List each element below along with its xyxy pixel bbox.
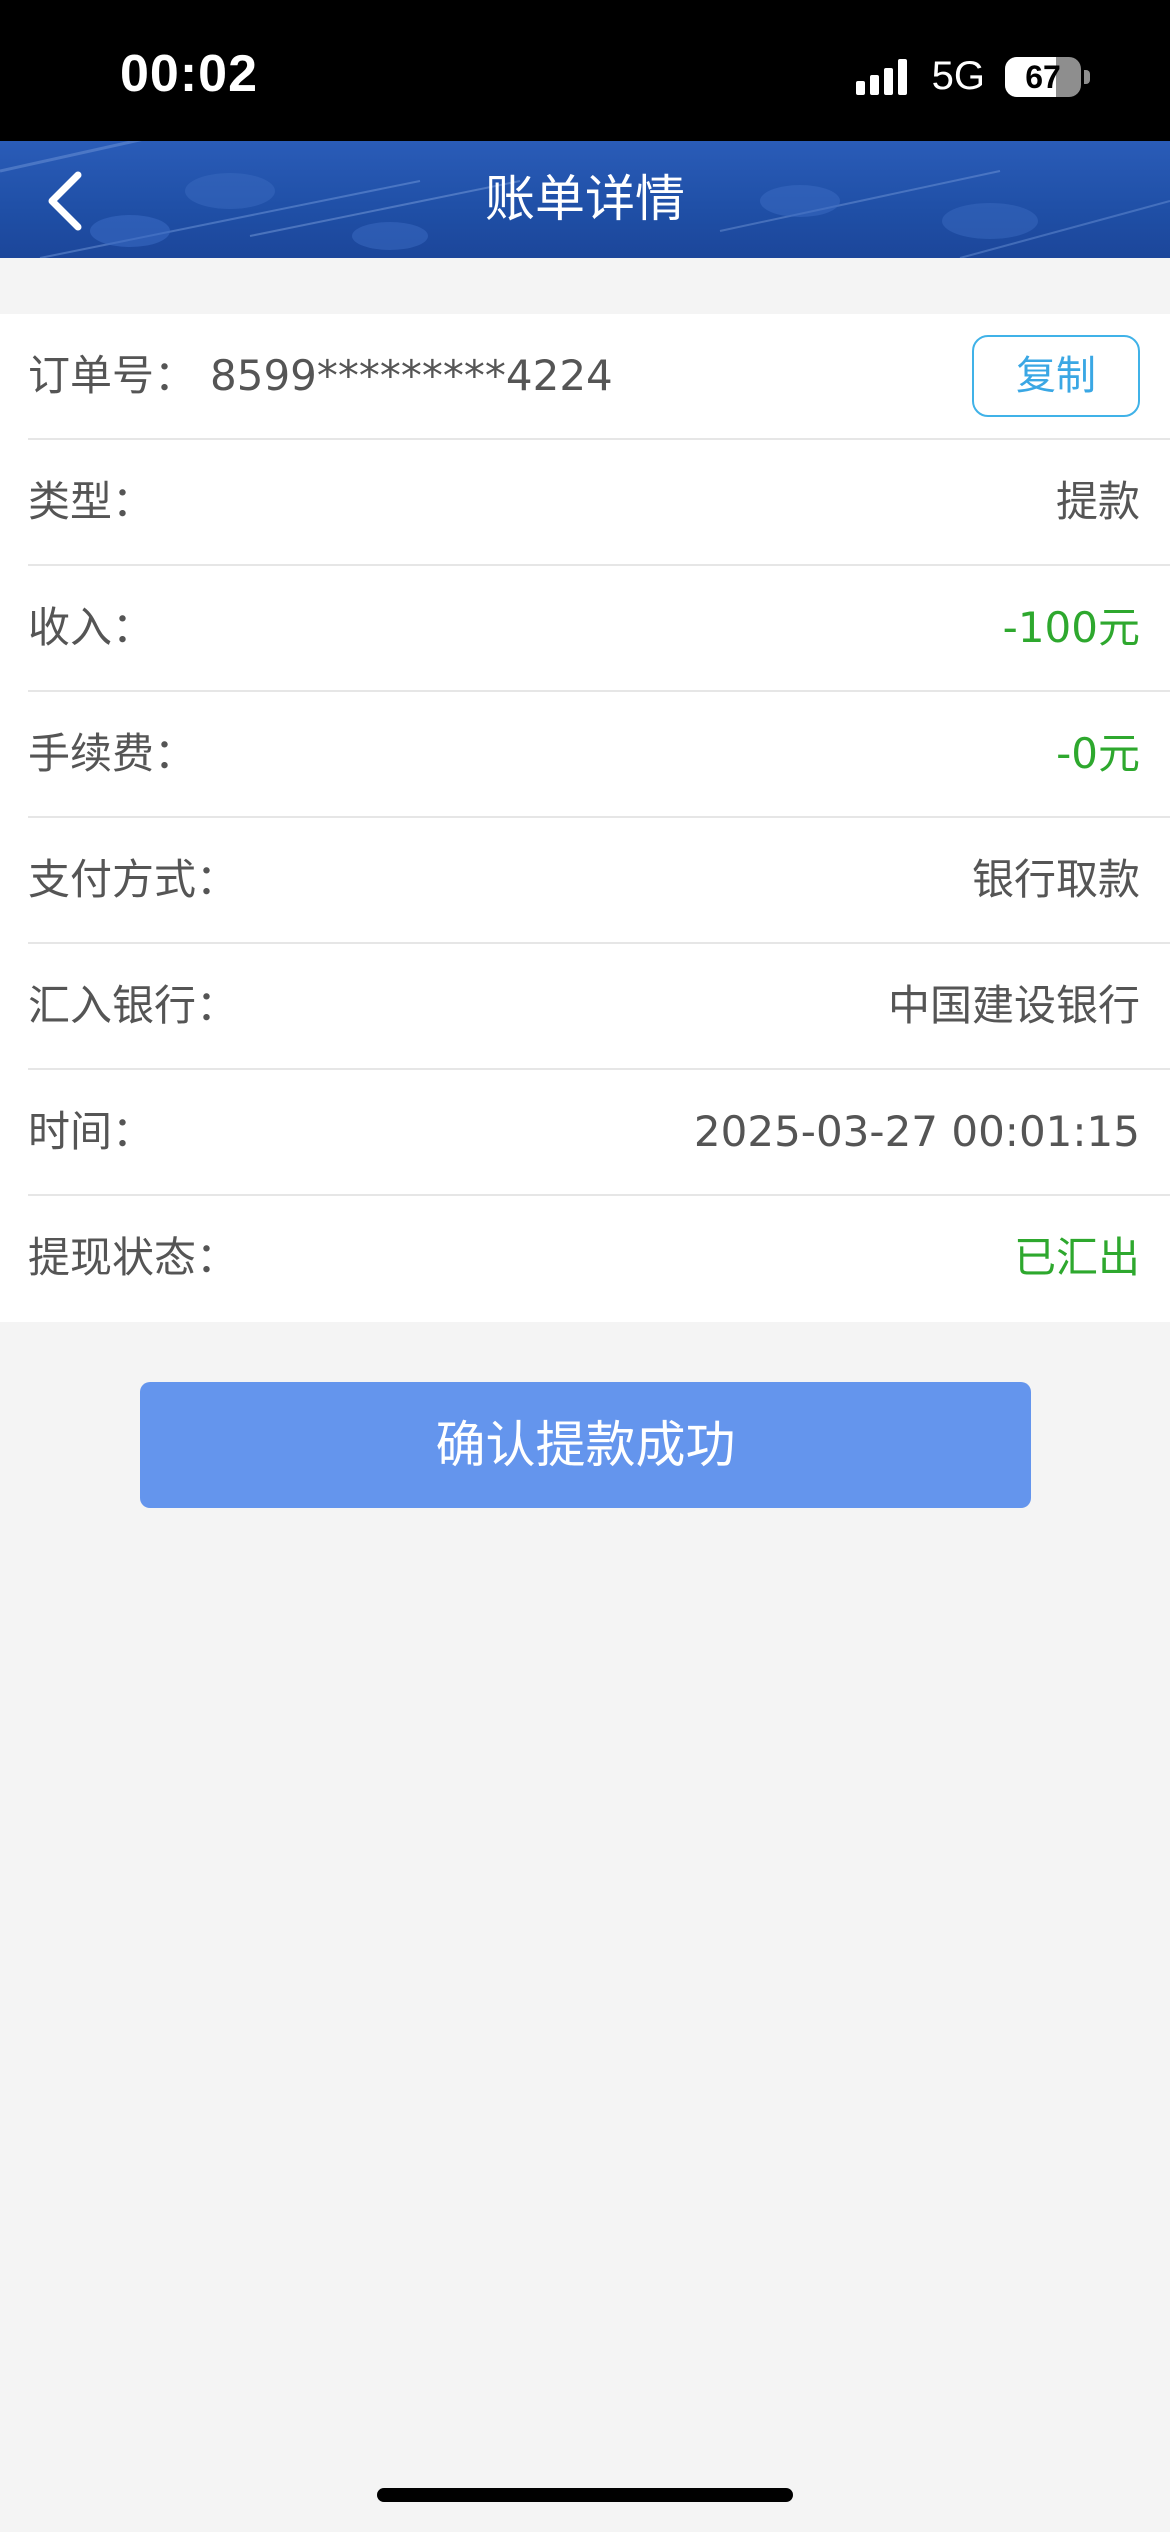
battery-icon: 67 [1005,56,1081,97]
payment-method-row: 支付方式： 银行取款 [28,818,1170,944]
confirm-withdrawal-button[interactable]: 确认提款成功 [140,1382,1031,1508]
receiving-bank-label: 汇入银行： [28,981,239,1030]
time-label: 时间： [28,1107,155,1156]
receiving-bank-value: 中国建设银行 [887,981,1140,1030]
page-title: 账单详情 [485,170,685,228]
order-number-label: 订单号： [28,351,197,400]
receiving-bank-row: 汇入银行： 中国建设银行 [28,944,1170,1070]
nav-bar: 账单详情 [0,141,1170,258]
battery-tip [1084,69,1090,84]
order-number-row: 订单号： 8599*********4224 复制 [28,314,1170,440]
income-value: -100元 [1002,603,1140,652]
income-label: 收入： [28,603,155,652]
copy-button[interactable]: 复制 [972,335,1140,417]
fee-row: 手续费： -0元 [28,692,1170,818]
status-bar: 00:02 5G 67 [0,0,1170,141]
withdrawal-status-label: 提现状态： [28,1233,239,1282]
payment-method-value: 银行取款 [971,855,1140,904]
fee-label: 手续费： [28,729,197,778]
time-row: 时间： 2025-03-27 00:01:15 [28,1070,1170,1196]
status-indicators: 5G 67 [855,54,1090,99]
network-type: 5G [931,54,985,98]
payment-method-label: 支付方式： [28,855,239,904]
time-value: 2025-03-27 00:01:15 [693,1107,1140,1156]
fee-value: -0元 [1056,729,1140,778]
type-value: 提款 [1055,477,1140,526]
home-indicator[interactable] [377,2488,793,2502]
withdrawal-status-row: 提现状态： 已汇出 [28,1196,1170,1322]
battery-percentage: 67 [1025,58,1061,95]
status-time: 00:02 [120,45,258,103]
cellular-signal-icon [855,58,912,95]
income-row: 收入： -100元 [28,566,1170,692]
order-number-value: 8599*********4224 [210,351,613,400]
type-row: 类型： 提款 [28,440,1170,566]
type-label: 类型： [28,477,155,526]
bill-detail-card: 订单号： 8599*********4224 复制 类型： 提款 收入： -10… [0,314,1170,1322]
withdrawal-status-value: 已汇出 [1013,1233,1140,1282]
